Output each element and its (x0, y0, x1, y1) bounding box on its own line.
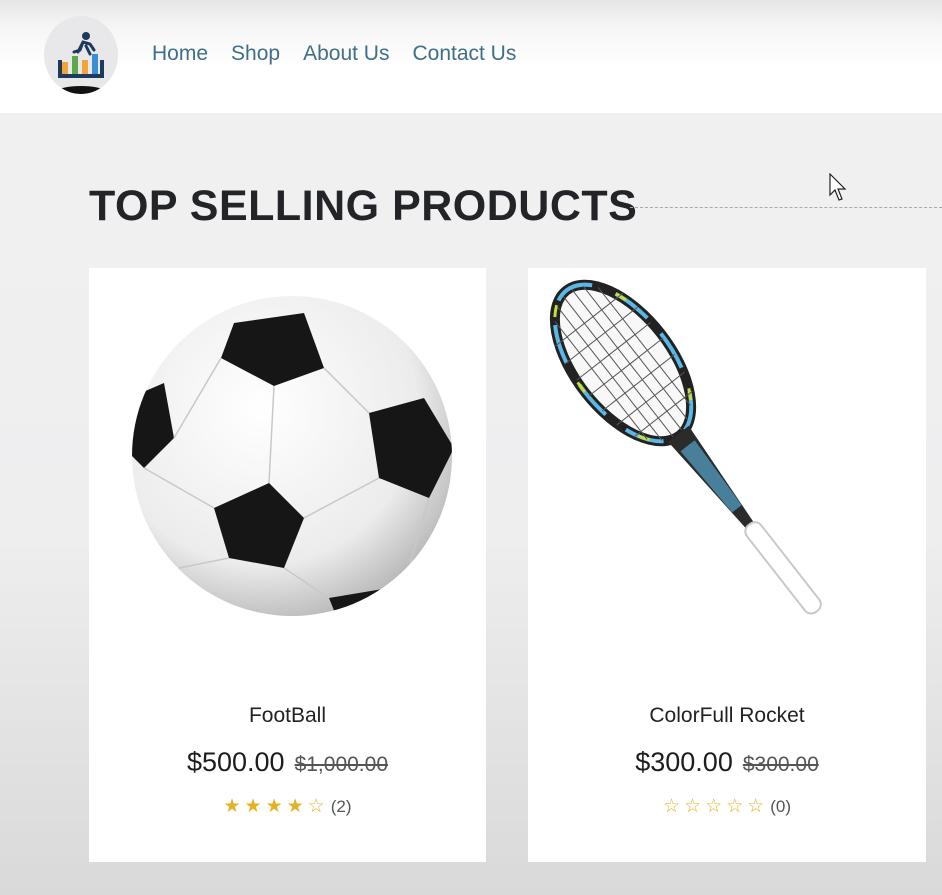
star-empty-icon: ☆ (684, 796, 702, 817)
title-divider (630, 207, 942, 208)
logo[interactable] (44, 16, 118, 94)
product-image[interactable] (528, 268, 926, 668)
product-prices: $500.00 $1,000.00 (89, 746, 486, 783)
product-name[interactable]: FootBall (89, 703, 486, 729)
review-count: (2) (330, 797, 352, 816)
star-filled-icon: ★ (265, 796, 283, 817)
star-empty-icon: ☆ (307, 796, 325, 817)
nav-shop[interactable]: Shop (231, 40, 280, 68)
star-filled-icon: ★ (223, 796, 241, 817)
product-card[interactable]: ColorFull Rocket $300.00 $300.00 ☆ ☆ ☆ ☆ ☆ (0) (528, 268, 926, 862)
site-header: Home Shop About Us Contact Us (0, 0, 942, 113)
product-name[interactable]: ColorFull Rocket (528, 703, 926, 729)
runner-chart-logo-icon (58, 32, 104, 78)
old-price: $300.00 (742, 753, 819, 776)
squash-racket-icon (549, 279, 822, 615)
star-filled-icon: ★ (286, 796, 304, 817)
nav-about-us[interactable]: About Us (303, 40, 389, 68)
mouse-pointer-icon (829, 173, 847, 201)
nav-home[interactable]: Home (152, 40, 208, 68)
soccer-ball-icon (132, 296, 452, 616)
current-price: $300.00 (635, 747, 733, 777)
product-image[interactable] (89, 268, 486, 668)
star-empty-icon: ☆ (705, 796, 723, 817)
star-filled-icon: ★ (244, 796, 262, 817)
nav-contact-us[interactable]: Contact Us (412, 40, 516, 68)
product-rating: ★ ★ ★ ★ ☆ (2) (89, 795, 486, 819)
section-title: TOP SELLING PRODUCTS (89, 182, 638, 230)
star-empty-icon: ☆ (747, 796, 765, 817)
star-empty-icon: ☆ (726, 796, 744, 817)
star-empty-icon: ☆ (662, 796, 681, 817)
product-prices: $300.00 $300.00 (528, 746, 926, 783)
old-price: $1,000.00 (294, 753, 389, 776)
review-count: (0) (770, 797, 791, 816)
main-nav: Home Shop About Us Contact Us (152, 40, 539, 68)
current-price: $500.00 (186, 747, 285, 777)
product-card[interactable]: FootBall $500.00 $1,000.00 ★ ★ ★ ★ ☆ (2) (89, 268, 486, 862)
product-rating: ☆ ☆ ☆ ☆ ☆ (0) (528, 795, 926, 819)
